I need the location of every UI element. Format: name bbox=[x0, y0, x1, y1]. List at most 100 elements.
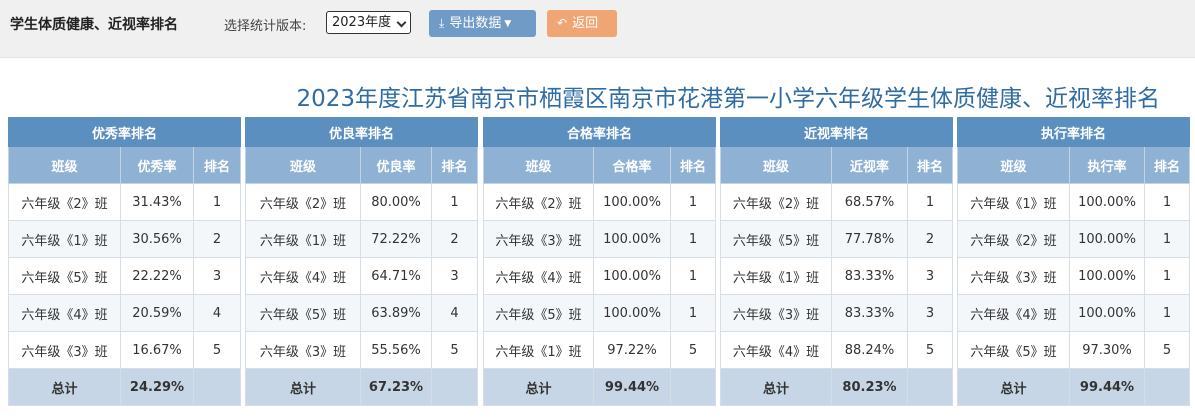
table-row: 六年级《2》班 100.00% 1 bbox=[483, 183, 717, 221]
cell-class: 六年级《1》班 bbox=[8, 220, 121, 258]
panel-title: 优良率排名 bbox=[244, 117, 479, 147]
cell-rank: 1 bbox=[669, 220, 717, 258]
table-row: 六年级《1》班 30.56% 2 bbox=[8, 220, 242, 258]
total-row: 总计 99.44% bbox=[957, 368, 1191, 406]
cell-class: 六年级《5》班 bbox=[245, 294, 361, 332]
col-header-rate: 优良率 bbox=[360, 146, 432, 184]
cell-rate: 30.56% bbox=[120, 220, 194, 258]
total-rate: 99.44% bbox=[593, 368, 671, 406]
cell-rank: 3 bbox=[906, 257, 954, 295]
cell-rank: 5 bbox=[669, 331, 717, 369]
total-row: 总计 67.23% bbox=[245, 368, 479, 406]
table-row: 六年级《1》班 100.00% 1 bbox=[957, 183, 1191, 221]
cell-class: 六年级《2》班 bbox=[8, 183, 121, 221]
cell-rate: 100.00% bbox=[1069, 220, 1145, 258]
cell-rank: 4 bbox=[192, 294, 242, 332]
total-label: 总计 bbox=[8, 368, 121, 406]
cell-rank: 1 bbox=[1143, 257, 1191, 295]
col-header-class: 班级 bbox=[483, 146, 594, 184]
chevron-down-icon bbox=[396, 17, 407, 28]
cell-class: 六年级《5》班 bbox=[720, 220, 832, 258]
table-row: 六年级《5》班 97.30% 5 bbox=[957, 331, 1191, 369]
table-row: 六年级《2》班 80.00% 1 bbox=[245, 183, 479, 221]
back-button[interactable]: ↶ 返回 bbox=[547, 10, 617, 37]
cell-rank: 5 bbox=[906, 331, 954, 369]
cell-class: 六年级《4》班 bbox=[245, 257, 361, 295]
total-rank bbox=[430, 368, 479, 406]
cell-class: 六年级《4》班 bbox=[483, 257, 594, 295]
cell-class: 六年级《2》班 bbox=[720, 183, 832, 221]
cell-rank: 1 bbox=[669, 183, 717, 221]
cell-class: 六年级《3》班 bbox=[8, 331, 121, 369]
cell-class: 六年级《1》班 bbox=[245, 220, 361, 258]
back-arrow-icon: ↶ bbox=[557, 16, 568, 30]
cell-rate: 68.57% bbox=[831, 183, 908, 221]
col-header-rank: 排名 bbox=[1143, 146, 1191, 184]
cell-class: 六年级《2》班 bbox=[245, 183, 361, 221]
cell-rate: 16.67% bbox=[120, 331, 194, 369]
cell-class: 六年级《3》班 bbox=[957, 257, 1070, 295]
cell-rate: 88.24% bbox=[831, 331, 908, 369]
col-header-rank: 排名 bbox=[192, 146, 242, 184]
cell-rank: 1 bbox=[1143, 294, 1191, 332]
report-title: 2023年度江苏省南京市栖霞区南京市花港第一小学六年级学生体质健康、近视率排名 bbox=[296, 86, 1160, 112]
cell-class: 六年级《1》班 bbox=[957, 183, 1070, 221]
cell-rank: 4 bbox=[430, 294, 479, 332]
total-rank bbox=[906, 368, 954, 406]
cell-class: 六年级《1》班 bbox=[720, 257, 832, 295]
total-label: 总计 bbox=[720, 368, 832, 406]
cell-class: 六年级《5》班 bbox=[957, 331, 1070, 369]
cell-rank: 5 bbox=[1143, 331, 1191, 369]
version-select[interactable]: 2023年度 bbox=[326, 11, 411, 34]
cell-rate: 100.00% bbox=[1069, 294, 1145, 332]
ranking-panel-good: 优良率排名 班级 优良率 排名 六年级《2》班 80.00% 1 六年级《1》班 72… bbox=[244, 117, 479, 407]
col-header-rate: 合格率 bbox=[593, 146, 671, 184]
table-row: 六年级《4》班 88.24% 5 bbox=[720, 331, 954, 369]
ranking-panel-myopia: 近视率排名 班级 近视率 排名 六年级《2》班 68.57% 1 六年级《5》班 77… bbox=[719, 117, 954, 407]
cell-rank: 1 bbox=[669, 257, 717, 295]
table-row: 六年级《3》班 100.00% 1 bbox=[957, 257, 1191, 295]
table-row: 六年级《5》班 77.78% 2 bbox=[720, 220, 954, 258]
table-row: 六年级《4》班 100.00% 1 bbox=[483, 257, 717, 295]
table-row: 六年级《2》班 68.57% 1 bbox=[720, 183, 954, 221]
ranking-panel-pass: 合格率排名 班级 合格率 排名 六年级《2》班 100.00% 1 六年级《3》班 1… bbox=[482, 117, 717, 407]
table-row: 六年级《4》班 64.71% 3 bbox=[245, 257, 479, 295]
col-header-class: 班级 bbox=[957, 146, 1070, 184]
panel-title: 近视率排名 bbox=[719, 117, 954, 147]
table-row: 六年级《1》班 72.22% 2 bbox=[245, 220, 479, 258]
col-header-class: 班级 bbox=[245, 146, 361, 184]
cell-rate: 97.30% bbox=[1069, 331, 1145, 369]
cell-rank: 2 bbox=[192, 220, 242, 258]
export-data-button[interactable]: ⤓ 导出数据 ▼ bbox=[429, 10, 536, 37]
ranking-panel-excellent: 优秀率排名 班级 优秀率 排名 六年级《2》班 31.43% 1 六年级《1》班 30… bbox=[7, 117, 242, 407]
cell-rank: 3 bbox=[430, 257, 479, 295]
cell-rate: 100.00% bbox=[593, 220, 671, 258]
table-row: 六年级《1》班 97.22% 5 bbox=[483, 331, 717, 369]
cell-rate: 100.00% bbox=[593, 257, 671, 295]
col-header-rank: 排名 bbox=[906, 146, 954, 184]
table-row: 六年级《2》班 100.00% 1 bbox=[957, 220, 1191, 258]
back-label: 返回 bbox=[572, 16, 599, 31]
total-rate: 67.23% bbox=[360, 368, 432, 406]
total-label: 总计 bbox=[483, 368, 594, 406]
ranking-table: 执行率排名 班级 执行率 排名 六年级《1》班 100.00% 1 六年级《2》班 1… bbox=[956, 117, 1191, 406]
ranking-table: 优秀率排名 班级 优秀率 排名 六年级《2》班 31.43% 1 六年级《1》班 30… bbox=[7, 117, 242, 406]
cell-rank: 1 bbox=[1143, 183, 1191, 221]
cell-class: 六年级《4》班 bbox=[8, 294, 121, 332]
col-header-class: 班级 bbox=[8, 146, 121, 184]
cell-rate: 100.00% bbox=[593, 294, 671, 332]
col-header-rank: 排名 bbox=[430, 146, 479, 184]
cell-rate: 83.33% bbox=[831, 294, 908, 332]
cell-rank: 1 bbox=[906, 183, 954, 221]
page-title: 学生体质健康、近视率排名 bbox=[10, 17, 178, 33]
total-label: 总计 bbox=[957, 368, 1070, 406]
col-header-rate: 近视率 bbox=[831, 146, 908, 184]
cell-rank: 3 bbox=[192, 257, 242, 295]
cell-rate: 100.00% bbox=[1069, 257, 1145, 295]
cell-class: 六年级《4》班 bbox=[720, 331, 832, 369]
download-icon: ⤓ bbox=[439, 16, 445, 30]
cell-rate: 63.89% bbox=[360, 294, 432, 332]
col-header-class: 班级 bbox=[720, 146, 832, 184]
panel-title: 执行率排名 bbox=[956, 117, 1191, 147]
ranking-panel-execution: 执行率排名 班级 执行率 排名 六年级《1》班 100.00% 1 六年级《2》班 1… bbox=[956, 117, 1191, 407]
